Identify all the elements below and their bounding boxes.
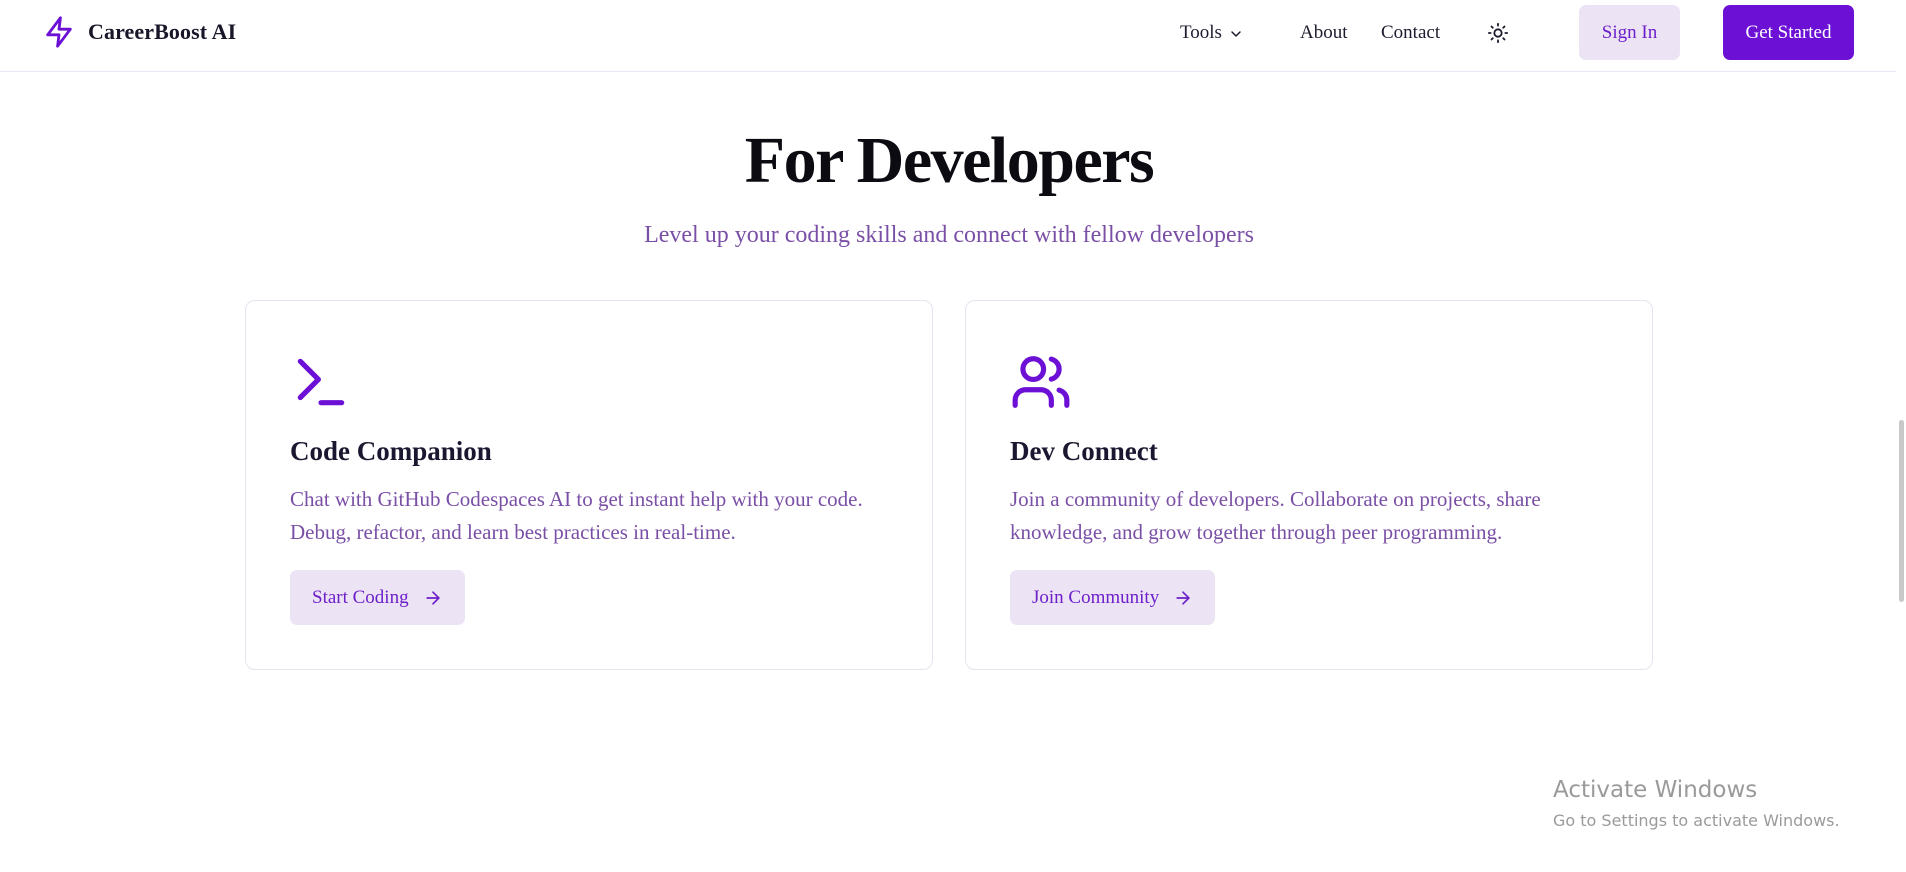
top-navbar: CareerBoost AI Tools About Contact Sign … <box>0 0 1906 72</box>
scrollbar-thumb[interactable] <box>1899 420 1904 602</box>
terminal-icon <box>297 358 345 406</box>
page-scrollbar[interactable] <box>1896 0 1906 872</box>
section-subtitle: Level up your coding skills and connect … <box>644 222 1254 248</box>
lightning-bolt-icon <box>46 16 72 48</box>
nav-tools-dropdown[interactable]: Tools <box>1180 16 1244 50</box>
brand-name: CareerBoost AI <box>88 19 237 44</box>
nav-about-link[interactable]: About <box>1300 16 1348 50</box>
card-description: Chat with GitHub Codespaces AI to get in… <box>290 487 863 544</box>
arrow-right-icon <box>425 590 440 605</box>
nav-contact-link[interactable]: Contact <box>1381 16 1440 50</box>
card-title: Code Companion <box>290 436 492 466</box>
users-icon <box>1012 356 1070 408</box>
section-title: For Developers <box>744 124 1155 197</box>
nav-tools-label: Tools <box>1180 22 1222 43</box>
sun-icon <box>1487 22 1509 44</box>
card-title: Dev Connect <box>1010 436 1158 466</box>
get-started-button[interactable]: Get Started <box>1723 5 1854 60</box>
arrow-right-icon <box>1176 590 1190 605</box>
dev-connect-card: Dev Connect Join a community of develope… <box>965 300 1653 670</box>
chevron-down-icon <box>1231 31 1241 37</box>
code-companion-card: Code Companion Chat with GitHub Codespac… <box>245 300 933 670</box>
card-description: Join a community of developers. Collabor… <box>1010 487 1541 544</box>
button-label: Start Coding <box>312 586 409 608</box>
join-community-button[interactable]: Join Community <box>1010 570 1216 625</box>
watermark-subtitle: Go to Settings to activate Windows. <box>1553 811 1840 830</box>
watermark-title: Activate Windows <box>1553 777 1758 803</box>
sign-in-button[interactable]: Sign In <box>1579 5 1680 60</box>
start-coding-button[interactable]: Start Coding <box>290 570 465 625</box>
button-label: Join Community <box>1032 586 1160 608</box>
activate-windows-watermark: Activate Windows Go to Settings to activ… <box>1553 774 1840 834</box>
brand-logo[interactable]: CareerBoost AI <box>42 14 236 50</box>
theme-toggle-button[interactable] <box>1484 19 1512 47</box>
